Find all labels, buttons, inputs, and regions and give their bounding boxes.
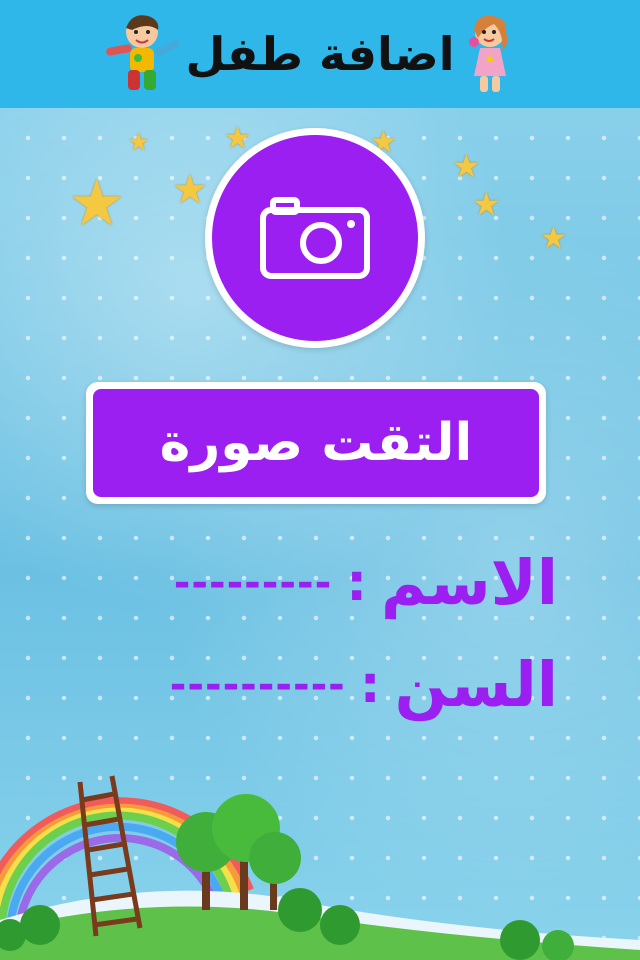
name-label: الاسم <box>380 546 558 619</box>
star-icon: ★ <box>68 167 126 241</box>
star-icon: ★ <box>472 185 501 223</box>
star-icon: ★ <box>128 128 150 156</box>
take-photo-label: التقت صورة <box>159 413 473 473</box>
boy-character-icon <box>106 15 180 90</box>
page-title: اضافة طفل <box>185 27 455 81</box>
add-child-screen: اضافة طفل ★ ★ ★ ★ ★ ★ ★ ★ التقت صورة الا… <box>0 0 640 960</box>
age-field[interactable]: السن : ---------- <box>170 648 558 721</box>
age-colon: : <box>359 654 381 715</box>
name-colon: : <box>346 552 367 613</box>
age-value[interactable]: ---------- <box>170 662 346 708</box>
star-icon: ★ <box>224 121 251 156</box>
landscape-scene <box>0 775 640 960</box>
star-icon: ★ <box>540 221 567 256</box>
name-field[interactable]: الاسم : --------- <box>174 546 558 619</box>
camera-button-face <box>212 135 418 341</box>
header-bar: اضافة طفل <box>0 0 640 108</box>
camera-icon <box>260 197 370 279</box>
star-icon: ★ <box>172 167 208 213</box>
star-icon: ★ <box>452 147 481 185</box>
camera-button[interactable] <box>205 128 425 348</box>
name-value[interactable]: --------- <box>174 560 332 606</box>
girl-character-icon <box>469 15 508 92</box>
take-photo-button-face: التقت صورة <box>93 389 539 497</box>
age-label: السن <box>394 648 558 721</box>
take-photo-button[interactable]: التقت صورة <box>86 382 546 504</box>
